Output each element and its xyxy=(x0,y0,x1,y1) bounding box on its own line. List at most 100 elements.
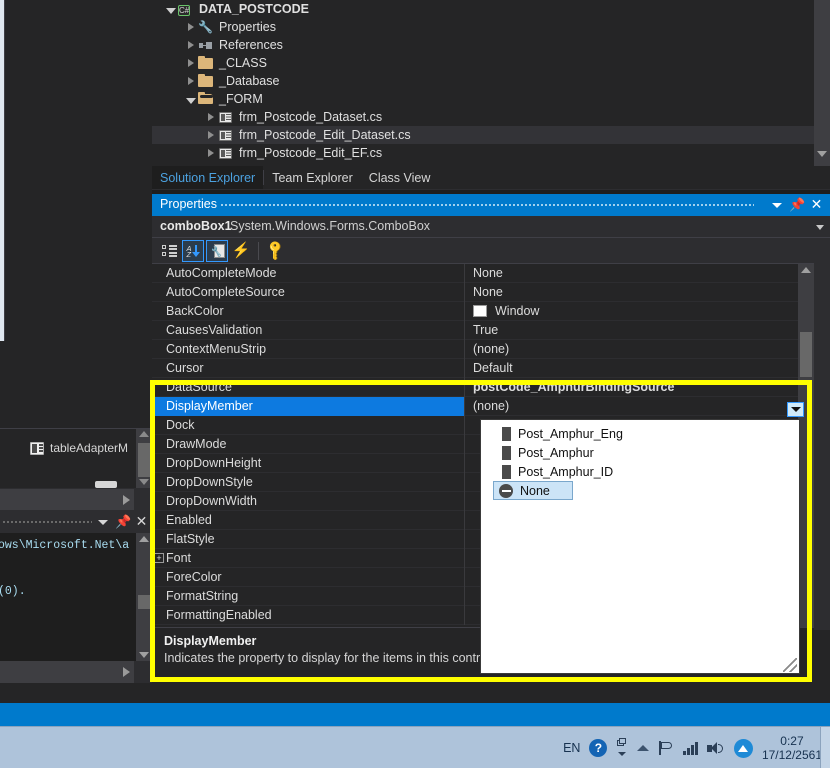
property-value[interactable]: (none) xyxy=(465,397,814,416)
tab-team-explorer[interactable]: Team Explorer xyxy=(264,166,361,189)
events-view-button[interactable]: ⚡ xyxy=(230,240,252,262)
property-name[interactable]: Dock xyxy=(152,415,465,435)
properties-object-selector[interactable]: comboBox1 System.Windows.Forms.ComboBox xyxy=(152,216,830,238)
property-name[interactable]: DrawMode xyxy=(152,434,465,454)
displaymember-dropdown-button[interactable] xyxy=(787,402,804,417)
property-row[interactable]: CausesValidation True xyxy=(152,320,814,340)
property-name[interactable]: FormattingEnabled xyxy=(152,605,465,625)
tree-item-references[interactable]: References xyxy=(152,36,814,54)
expander-expanded-icon[interactable] xyxy=(184,95,198,104)
panel-splitter[interactable] xyxy=(0,481,152,510)
property-name[interactable]: DropDownHeight xyxy=(152,453,465,473)
property-name[interactable]: ContextMenuStrip xyxy=(152,339,465,359)
tree-item-class[interactable]: _CLASS xyxy=(152,54,814,72)
expand-plus-icon[interactable]: + xyxy=(154,553,164,563)
property-row[interactable]: DataSource postCode_AmphurBindingSource xyxy=(152,377,814,397)
expander-collapsed-icon[interactable] xyxy=(204,113,218,121)
show-hidden-icons-icon[interactable] xyxy=(637,745,650,751)
expander-collapsed-icon[interactable] xyxy=(204,131,218,139)
tray-overflow-icon[interactable] xyxy=(616,738,628,758)
properties-toolbar[interactable]: AZ 🔧 ⚡ 🔑 xyxy=(152,238,830,264)
onedrive-icon[interactable] xyxy=(733,738,753,758)
scrollbar-thumb[interactable] xyxy=(800,332,812,377)
properties-window-scroll-track[interactable] xyxy=(814,260,830,630)
splitter-grip[interactable] xyxy=(95,481,117,488)
tree-item-frm-postcode-dataset-cs[interactable]: frm_Postcode_Dataset.cs xyxy=(152,108,814,126)
component-tray-scrollbar[interactable] xyxy=(136,429,152,489)
solution-tree[interactable]: C# DATA_POSTCODE 🔧 Properties References _CLA… xyxy=(152,0,814,162)
property-name[interactable]: FormatString xyxy=(152,586,465,606)
output-window-menu-button[interactable] xyxy=(95,514,110,529)
system-tray[interactable]: EN ? 0:27 17/12/2561 xyxy=(563,727,822,768)
property-value[interactable]: Default xyxy=(465,359,814,378)
help-icon[interactable]: ? xyxy=(589,739,608,757)
tree-item-database[interactable]: _Database xyxy=(152,72,814,90)
scroll-right-icon[interactable] xyxy=(123,495,130,505)
property-name[interactable]: DisplayMember xyxy=(152,396,465,416)
windows-taskbar[interactable]: EN ? 0:27 17/12/2561 xyxy=(0,726,830,768)
scroll-down-icon[interactable] xyxy=(139,479,149,485)
tray-item-table-adapter[interactable]: tableAdapterM xyxy=(30,441,128,455)
property-name[interactable]: BackColor xyxy=(152,301,465,321)
volume-icon[interactable] xyxy=(706,741,725,756)
property-row[interactable]: DisplayMember (none) xyxy=(152,396,814,416)
property-name[interactable]: DropDownStyle xyxy=(152,472,465,492)
property-value[interactable]: True xyxy=(465,321,814,340)
solution-explorer-scrollbar[interactable] xyxy=(814,0,830,166)
scroll-up-icon[interactable] xyxy=(139,536,149,542)
resize-grip-icon[interactable] xyxy=(783,658,797,672)
action-center-flag-icon[interactable] xyxy=(658,740,674,756)
component-tray[interactable]: tableAdapterM xyxy=(0,428,152,489)
property-row[interactable]: AutoCompleteSource None xyxy=(152,282,814,302)
output-window-titlebar[interactable]: 📌 ✕ xyxy=(0,510,152,533)
properties-view-button[interactable]: 🔧 xyxy=(206,239,228,262)
output-vertical-scrollbar[interactable] xyxy=(136,533,152,661)
property-value[interactable]: None xyxy=(465,283,814,302)
solution-explorer-tabstrip[interactable]: Solution Explorer Team Explorer Class View xyxy=(152,166,830,190)
scrollbar-thumb[interactable] xyxy=(138,595,150,609)
properties-close-button[interactable]: ✕ xyxy=(809,197,824,212)
clock[interactable]: 0:27 17/12/2561 xyxy=(762,734,822,762)
expander-collapsed-icon[interactable] xyxy=(184,59,198,67)
property-value[interactable]: Window xyxy=(465,302,814,321)
expander-collapsed-icon[interactable] xyxy=(184,41,198,49)
property-name[interactable]: CausesValidation xyxy=(152,320,465,340)
scroll-up-icon[interactable] xyxy=(139,431,149,437)
tree-item-form[interactable]: _FORM xyxy=(152,90,814,108)
tree-item-data-postcode[interactable]: C# DATA_POSTCODE xyxy=(152,0,814,18)
output-window-text[interactable]: ows\Microsoft.Net\a (0). xyxy=(0,533,152,661)
property-name[interactable]: Font xyxy=(152,548,465,568)
scroll-right-icon[interactable] xyxy=(123,667,130,677)
property-pages-button[interactable]: 🔑 xyxy=(264,238,288,262)
alphabetical-button[interactable]: AZ xyxy=(182,239,204,262)
property-value[interactable]: None xyxy=(465,264,814,283)
displaymember-dropdown-list[interactable]: Post_Amphur_Eng Post_Amphur Post_Amphur_ID… xyxy=(480,419,800,674)
property-row[interactable]: AutoCompleteMode None xyxy=(152,264,814,283)
properties-menu-button[interactable] xyxy=(769,197,784,212)
property-name[interactable]: ForeColor xyxy=(152,567,465,587)
tree-item-properties[interactable]: 🔧 Properties xyxy=(152,18,814,36)
expander-collapsed-icon[interactable] xyxy=(184,23,198,31)
scrollbar-thumb[interactable] xyxy=(138,443,150,477)
dropdown-item[interactable]: None xyxy=(493,481,573,500)
dropdown-item[interactable]: Post_Amphur_Eng xyxy=(481,424,799,443)
properties-titlebar[interactable]: Properties 📌 ✕ xyxy=(152,194,830,216)
categorized-button[interactable] xyxy=(158,240,180,262)
property-row[interactable]: BackColor Window xyxy=(152,301,814,321)
properties-grid-scrollbar[interactable] xyxy=(798,264,814,627)
scroll-down-icon[interactable] xyxy=(139,652,149,658)
dropdown-item[interactable]: Post_Amphur xyxy=(481,443,799,462)
property-name[interactable]: FlatStyle xyxy=(152,529,465,549)
property-value[interactable]: postCode_AmphurBindingSource xyxy=(465,378,814,397)
chevron-down-icon[interactable] xyxy=(816,225,824,230)
output-window-pin-button[interactable]: 📌 xyxy=(115,514,131,529)
property-name[interactable]: DataSource xyxy=(152,377,465,397)
dropdown-item[interactable]: Post_Amphur_ID xyxy=(481,462,799,481)
output-window-close-button[interactable]: ✕ xyxy=(134,514,149,529)
property-name[interactable]: Enabled xyxy=(152,510,465,530)
property-name[interactable]: Cursor xyxy=(152,358,465,378)
tab-class-view[interactable]: Class View xyxy=(361,166,439,189)
output-horizontal-scrollbar[interactable] xyxy=(0,661,152,683)
property-name[interactable]: DropDownWidth xyxy=(152,491,465,511)
expander-expanded-icon[interactable] xyxy=(164,5,178,14)
